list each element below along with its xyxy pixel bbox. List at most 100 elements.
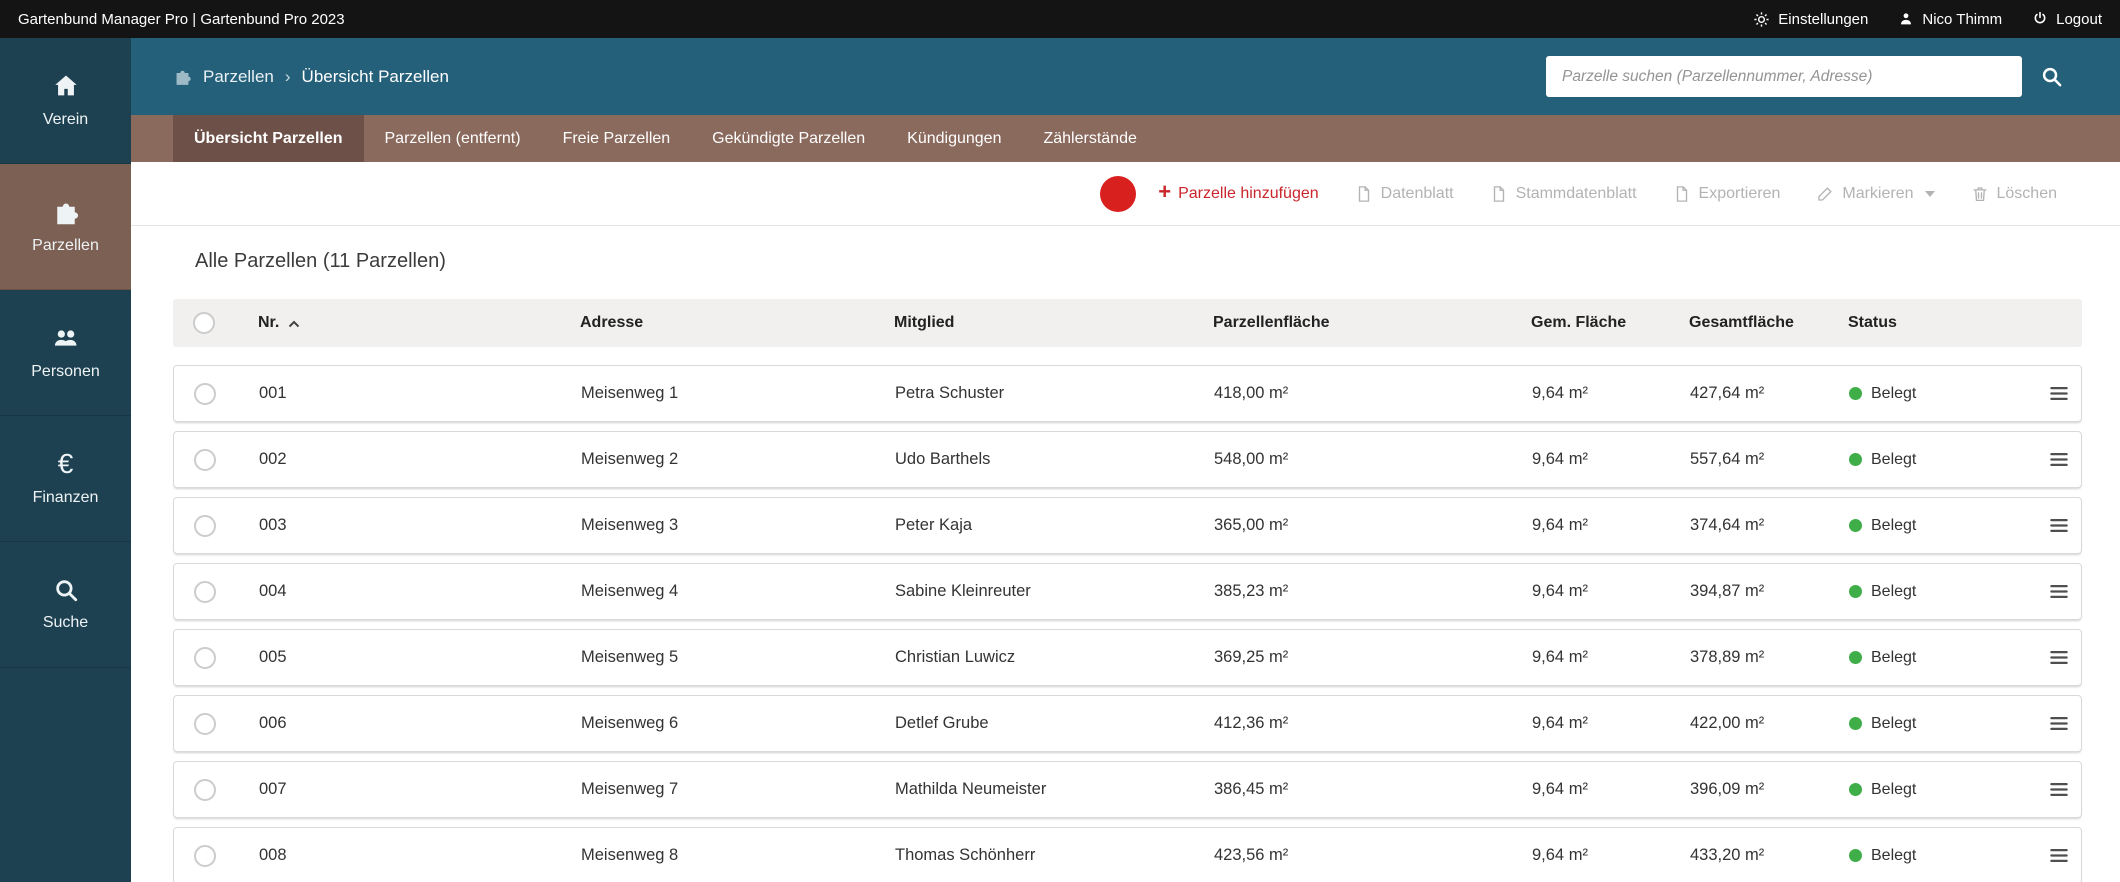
markieren-button[interactable]: Markieren — [1810, 184, 1940, 204]
cell-mitglied: Peter Kaja — [895, 516, 973, 534]
table-row[interactable]: 006 Meisenweg 6 Detlef Grube 412,36 m² 9… — [173, 695, 2082, 752]
parcels-icon — [173, 67, 192, 86]
search-icon — [2040, 65, 2063, 88]
column-header-gem-flaeche[interactable]: Gem. Fläche — [1531, 314, 1689, 332]
page-title: Alle Parzellen (11 Parzellen) — [195, 250, 446, 272]
column-header-parzellenflaeche[interactable]: Parzellenfläche — [1213, 314, 1531, 332]
sidebar-item-finanzen[interactable]: € Finanzen — [0, 416, 131, 542]
row-checkbox[interactable] — [194, 778, 216, 801]
cell-nr: 001 — [259, 384, 287, 402]
row-checkbox[interactable] — [194, 580, 216, 603]
click-indicator — [1100, 175, 1137, 212]
row-menu-icon[interactable] — [2049, 451, 2069, 468]
cell-gem-flaeche: 9,64 m² — [1532, 780, 1588, 798]
select-all-checkbox[interactable] — [193, 312, 215, 334]
tab-2[interactable]: Parzellen (entfernt) — [364, 115, 542, 162]
trash-icon — [1971, 184, 1989, 204]
row-checkbox[interactable] — [194, 514, 216, 537]
euro-icon: € — [57, 448, 74, 479]
tab-1[interactable]: Übersicht Parzellen — [173, 115, 364, 162]
exportieren-button[interactable]: Exportieren — [1667, 183, 1787, 205]
cell-adresse: Meisenweg 7 — [581, 780, 679, 798]
status-dot-icon — [1849, 519, 1862, 532]
status-dot-icon — [1849, 717, 1862, 730]
row-checkbox[interactable] — [194, 712, 216, 735]
cell-mitglied: Mathilda Neumeister — [895, 780, 1047, 798]
table-row[interactable]: 007 Meisenweg 7 Mathilda Neumeister 386,… — [173, 761, 2082, 818]
cell-mitglied: Petra Schuster — [895, 384, 1005, 402]
tab-4[interactable]: Gekündigte Parzellen — [691, 115, 886, 162]
stammdatenblatt-button[interactable]: Stammdatenblatt — [1484, 183, 1643, 205]
column-header-status[interactable]: Status — [1848, 314, 2033, 332]
logout-button[interactable]: Logout — [2032, 11, 2102, 28]
settings-button[interactable]: Einstellungen — [1753, 11, 1868, 28]
parcels-table: Nr. Adresse Mitglied Parzellenfläche Gem… — [173, 299, 2082, 882]
app-title: Gartenbund Manager Pro | Gartenbund Pro … — [18, 10, 345, 28]
page-header: Parzellen › Übersicht Parzellen — [131, 38, 2120, 115]
main-area: Parzellen › Übersicht Parzellen Übersich… — [131, 38, 2120, 882]
table-row[interactable]: 002 Meisenweg 2 Udo Barthels 548,00 m² 9… — [173, 431, 2082, 488]
tab-3[interactable]: Freie Parzellen — [542, 115, 692, 162]
tab-5[interactable]: Kündigungen — [886, 115, 1022, 162]
status-badge: Belegt — [1871, 450, 1917, 468]
row-checkbox[interactable] — [194, 382, 216, 405]
search-icon — [53, 577, 79, 603]
breadcrumb-separator: › — [284, 66, 291, 86]
column-header-gesamtflaeche[interactable]: Gesamtfläche — [1689, 314, 1848, 332]
parcel-search — [1546, 56, 2063, 97]
row-menu-icon[interactable] — [2049, 583, 2069, 600]
column-header-nr[interactable]: Nr. — [235, 314, 580, 332]
status-dot-icon — [1849, 651, 1862, 664]
loeschen-button[interactable]: Löschen — [1965, 183, 2064, 205]
table-header: Nr. Adresse Mitglied Parzellenfläche Gem… — [173, 299, 2082, 347]
row-menu-icon[interactable] — [2049, 385, 2069, 402]
table-row[interactable]: 008 Meisenweg 8 Thomas Schönherr 423,56 … — [173, 827, 2082, 882]
chevron-down-icon — [1924, 190, 1935, 197]
row-checkbox[interactable] — [194, 844, 216, 867]
table-row[interactable]: 003 Meisenweg 3 Peter Kaja 365,00 m² 9,6… — [173, 497, 2082, 554]
row-menu-icon[interactable] — [2049, 715, 2069, 732]
cell-status: Belegt — [1849, 583, 2034, 601]
status-badge: Belegt — [1871, 582, 1917, 600]
table-row[interactable]: 005 Meisenweg 5 Christian Luwicz 369,25 … — [173, 629, 2082, 686]
table-row[interactable]: 001 Meisenweg 1 Petra Schuster 418,00 m²… — [173, 365, 2082, 422]
row-menu-icon[interactable] — [2049, 781, 2069, 798]
sidebar-item-parzellen[interactable]: Parzellen — [0, 164, 131, 290]
sidebar-item-suche[interactable]: Suche — [0, 542, 131, 668]
column-header-adresse[interactable]: Adresse — [580, 314, 894, 332]
cell-nr: 007 — [259, 780, 287, 798]
cell-status: Belegt — [1849, 715, 2034, 733]
column-header-mitglied[interactable]: Mitglied — [894, 314, 1213, 332]
cell-parzellenflaeche: 418,00 m² — [1214, 384, 1289, 402]
search-button[interactable] — [2040, 65, 2063, 88]
status-dot-icon — [1849, 453, 1862, 466]
row-checkbox[interactable] — [194, 646, 216, 669]
row-checkbox[interactable] — [194, 448, 216, 471]
cell-nr: 002 — [259, 450, 287, 468]
cell-gem-flaeche: 9,64 m² — [1532, 516, 1588, 534]
sidebar-item-personen[interactable]: Personen — [0, 290, 131, 416]
cell-mitglied: Thomas Schönherr — [895, 846, 1036, 864]
status-badge: Belegt — [1871, 780, 1917, 798]
status-badge: Belegt — [1871, 384, 1917, 402]
search-input[interactable] — [1546, 56, 2022, 97]
row-menu-icon[interactable] — [2049, 649, 2069, 666]
sidebar-item-verein[interactable]: Verein — [0, 38, 131, 164]
row-menu-icon[interactable] — [2049, 517, 2069, 534]
cell-parzellenflaeche: 385,23 m² — [1214, 582, 1289, 600]
user-menu[interactable]: Nico Thimm — [1898, 11, 2002, 28]
row-menu-icon[interactable] — [2049, 847, 2069, 864]
add-parcel-button[interactable]: + Parzelle hinzufügen — [1152, 181, 1324, 204]
datenblatt-button[interactable]: Datenblatt — [1349, 183, 1460, 205]
table-row[interactable]: 004 Meisenweg 4 Sabine Kleinreuter 385,2… — [173, 563, 2082, 620]
breadcrumb: Parzellen › Übersicht Parzellen — [173, 67, 449, 87]
cell-parzellenflaeche: 423,56 m² — [1214, 846, 1289, 864]
people-icon — [51, 324, 81, 352]
cell-status: Belegt — [1849, 517, 2034, 535]
cell-adresse: Meisenweg 1 — [581, 384, 679, 402]
home-icon — [52, 72, 80, 100]
breadcrumb-parent[interactable]: Parzellen — [203, 67, 274, 87]
status-badge: Belegt — [1871, 648, 1917, 666]
status-badge: Belegt — [1871, 846, 1917, 864]
tab-6[interactable]: Zählerstände — [1022, 115, 1157, 162]
